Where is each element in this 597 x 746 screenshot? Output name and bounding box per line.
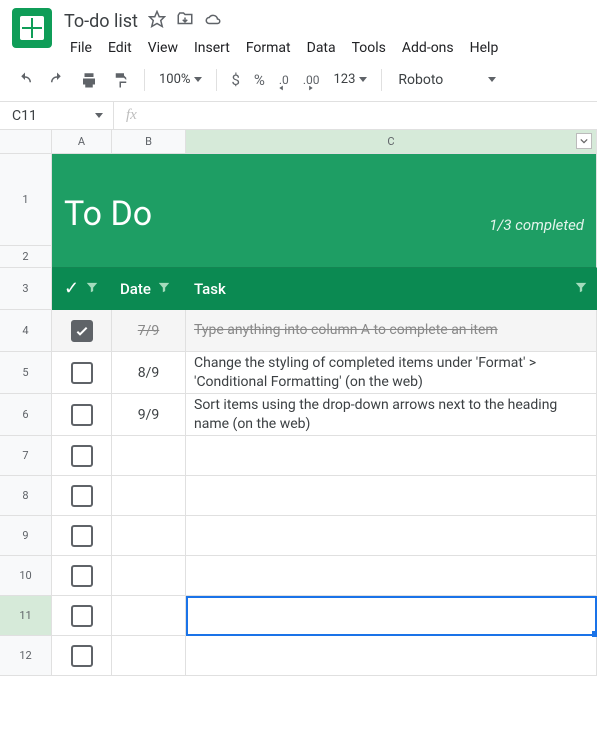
cell-b11[interactable] [112, 596, 186, 636]
row-header-6[interactable]: 6 [0, 394, 52, 436]
cell-b12[interactable] [112, 636, 186, 676]
menu-insert[interactable]: Insert [188, 38, 236, 58]
checkbox-icon[interactable] [71, 645, 93, 667]
menu-data[interactable]: Data [301, 38, 342, 58]
checkbox-icon[interactable] [71, 605, 93, 627]
name-box[interactable]: C11 [0, 108, 113, 124]
cell-c6[interactable]: Sort items using the drop-down arrows ne… [186, 394, 597, 436]
filter-icon[interactable] [574, 280, 588, 298]
row-header-3[interactable]: 3 [0, 268, 52, 310]
fx-label: fx [114, 107, 137, 124]
undo-button[interactable] [12, 67, 38, 93]
cell-c10[interactable] [186, 556, 597, 596]
cell-b4[interactable]: 7/9 [112, 310, 186, 352]
cloud-status-icon[interactable] [204, 10, 222, 32]
redo-button[interactable] [44, 67, 70, 93]
cell-a5[interactable] [52, 352, 112, 394]
row-header-8[interactable]: 8 [0, 476, 52, 516]
checkbox-icon[interactable] [71, 565, 93, 587]
row-header-1[interactable]: 1 [0, 154, 52, 246]
menu-help[interactable]: Help [464, 38, 505, 58]
cell-a7[interactable] [52, 436, 112, 476]
print-button[interactable] [76, 67, 102, 93]
cell-c4[interactable]: Type anything into column A to complete … [186, 310, 597, 352]
star-icon[interactable] [148, 10, 166, 32]
cell-a12[interactable] [52, 636, 112, 676]
row-header-5[interactable]: 5 [0, 352, 52, 394]
cell-a11[interactable] [52, 596, 112, 636]
row-header-2[interactable]: 2 [0, 246, 52, 268]
decrease-decimal-button[interactable]: .0 [275, 69, 293, 91]
select-all-cell[interactable] [0, 130, 52, 154]
row-header-12[interactable]: 12 [0, 636, 52, 676]
move-icon[interactable] [176, 10, 194, 32]
todo-title: To Do [64, 194, 152, 234]
cell-c9[interactable] [186, 516, 597, 556]
col-heading-check[interactable]: ✓ [52, 268, 112, 310]
row-header-9[interactable]: 9 [0, 516, 52, 556]
cell-a9[interactable] [52, 516, 112, 556]
cell-c7[interactable] [186, 436, 597, 476]
col-header-b[interactable]: B [112, 130, 186, 154]
cell-c5[interactable]: Change the styling of completed items un… [186, 352, 597, 394]
paint-format-button[interactable] [108, 67, 134, 93]
column-dropdown-icon[interactable] [576, 133, 592, 149]
row-header-10[interactable]: 10 [0, 556, 52, 596]
cell-c8[interactable] [186, 476, 597, 516]
cell-c12[interactable] [186, 636, 597, 676]
cell-b10[interactable] [112, 556, 186, 596]
col-heading-task[interactable]: Task [186, 268, 597, 310]
col-heading-date[interactable]: Date [112, 268, 186, 310]
cell-a6[interactable] [52, 394, 112, 436]
sheets-app-icon[interactable] [12, 8, 52, 48]
checkbox-icon[interactable] [71, 525, 93, 547]
font-select[interactable]: Roboto [392, 72, 502, 88]
filter-icon[interactable] [85, 280, 99, 298]
menu-addons[interactable]: Add-ons [396, 38, 460, 58]
menu-file[interactable]: File [64, 38, 98, 58]
menu-bar: File Edit View Insert Format Data Tools … [64, 34, 504, 58]
checkbox-icon[interactable] [71, 445, 93, 467]
menu-view[interactable]: View [142, 38, 184, 58]
cell-b6[interactable]: 9/9 [112, 394, 186, 436]
progress-text: 1/3 completed [489, 216, 584, 234]
row-header-4[interactable]: 4 [0, 310, 52, 352]
cell-a8[interactable] [52, 476, 112, 516]
toolbar: 100% $ % .0 .00 123 Roboto [0, 58, 597, 102]
title-banner[interactable]: To Do 1/3 completed [52, 154, 597, 246]
row-header-7[interactable]: 7 [0, 436, 52, 476]
document-title[interactable]: To-do list [64, 11, 138, 32]
percent-button[interactable]: % [250, 67, 269, 93]
menu-format[interactable]: Format [240, 38, 297, 58]
cell-b7[interactable] [112, 436, 186, 476]
menu-tools[interactable]: Tools [346, 38, 392, 58]
cell-a10[interactable] [52, 556, 112, 596]
checkbox-checked-icon[interactable] [71, 320, 93, 342]
checkbox-icon[interactable] [71, 485, 93, 507]
cell-b5[interactable]: 8/9 [112, 352, 186, 394]
checkbox-icon[interactable] [71, 404, 93, 426]
row-header-11[interactable]: 11 [0, 596, 52, 636]
banner-spacer[interactable] [52, 246, 597, 268]
col-header-a[interactable]: A [52, 130, 112, 154]
cell-c11-selected[interactable] [186, 596, 597, 636]
number-format-select[interactable]: 123 [329, 72, 371, 87]
cell-b9[interactable] [112, 516, 186, 556]
menu-edit[interactable]: Edit [102, 38, 138, 58]
col-header-c[interactable]: C [186, 130, 597, 154]
currency-button[interactable]: $ [227, 67, 243, 93]
checkbox-icon[interactable] [71, 362, 93, 384]
cell-b8[interactable] [112, 476, 186, 516]
filter-icon[interactable] [157, 280, 171, 298]
zoom-select[interactable]: 100% [155, 72, 206, 87]
cell-a4[interactable] [52, 310, 112, 352]
increase-decimal-button[interactable]: .00 [299, 69, 324, 91]
